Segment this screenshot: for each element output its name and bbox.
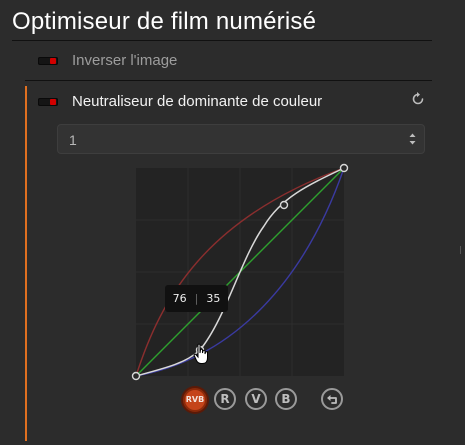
tooltip-y-value: 35 [206,292,221,305]
film-optimizer-panel: Optimiseur de film numérisé Inverser l'i… [0,0,465,445]
title-divider [12,40,432,41]
module-neutralizer-led [50,98,56,105]
module-neutralizer-row[interactable]: Neutraliseur de dominante de couleur [38,93,322,110]
curve-point-end[interactable] [339,163,349,173]
module-neutralizer-label: Neutraliseur de dominante de couleur [72,93,323,110]
channel-b-button[interactable]: B [275,388,297,410]
preset-select[interactable]: 1 [57,124,425,154]
module-neutralizer-toggle[interactable] [38,97,58,106]
curve-editor[interactable] [131,163,349,381]
module-invert-toggle[interactable] [38,56,58,65]
tooltip-separator: | [194,292,199,305]
curve-point-start[interactable] [131,371,141,381]
reset-icon[interactable] [410,91,426,107]
tooltip-x-value: 76 [172,292,187,305]
hand-cursor-icon [193,343,208,364]
channel-r-button[interactable]: R [214,388,236,410]
undo-button[interactable] [321,388,343,410]
scrollbar-handle[interactable] [460,246,465,254]
module-divider [25,80,432,81]
module-invert-label: Inverser l'image [72,52,178,69]
channel-selector: RVB R V B [0,388,465,414]
dropdown-arrows-icon [409,133,416,145]
undo-icon [327,395,337,404]
channel-rvb-button[interactable]: RVB [183,388,207,412]
preset-select-value: 1 [69,132,77,148]
curve-value-tooltip: 76 | 35 [165,285,228,312]
curve-graph[interactable] [130,162,350,382]
panel-title: Optimiseur de film numérisé [12,8,317,35]
module-invert-led [50,57,56,64]
curve-point-high[interactable] [279,200,289,210]
channel-v-button[interactable]: V [245,388,267,410]
module-invert-row[interactable]: Inverser l'image [38,52,177,69]
